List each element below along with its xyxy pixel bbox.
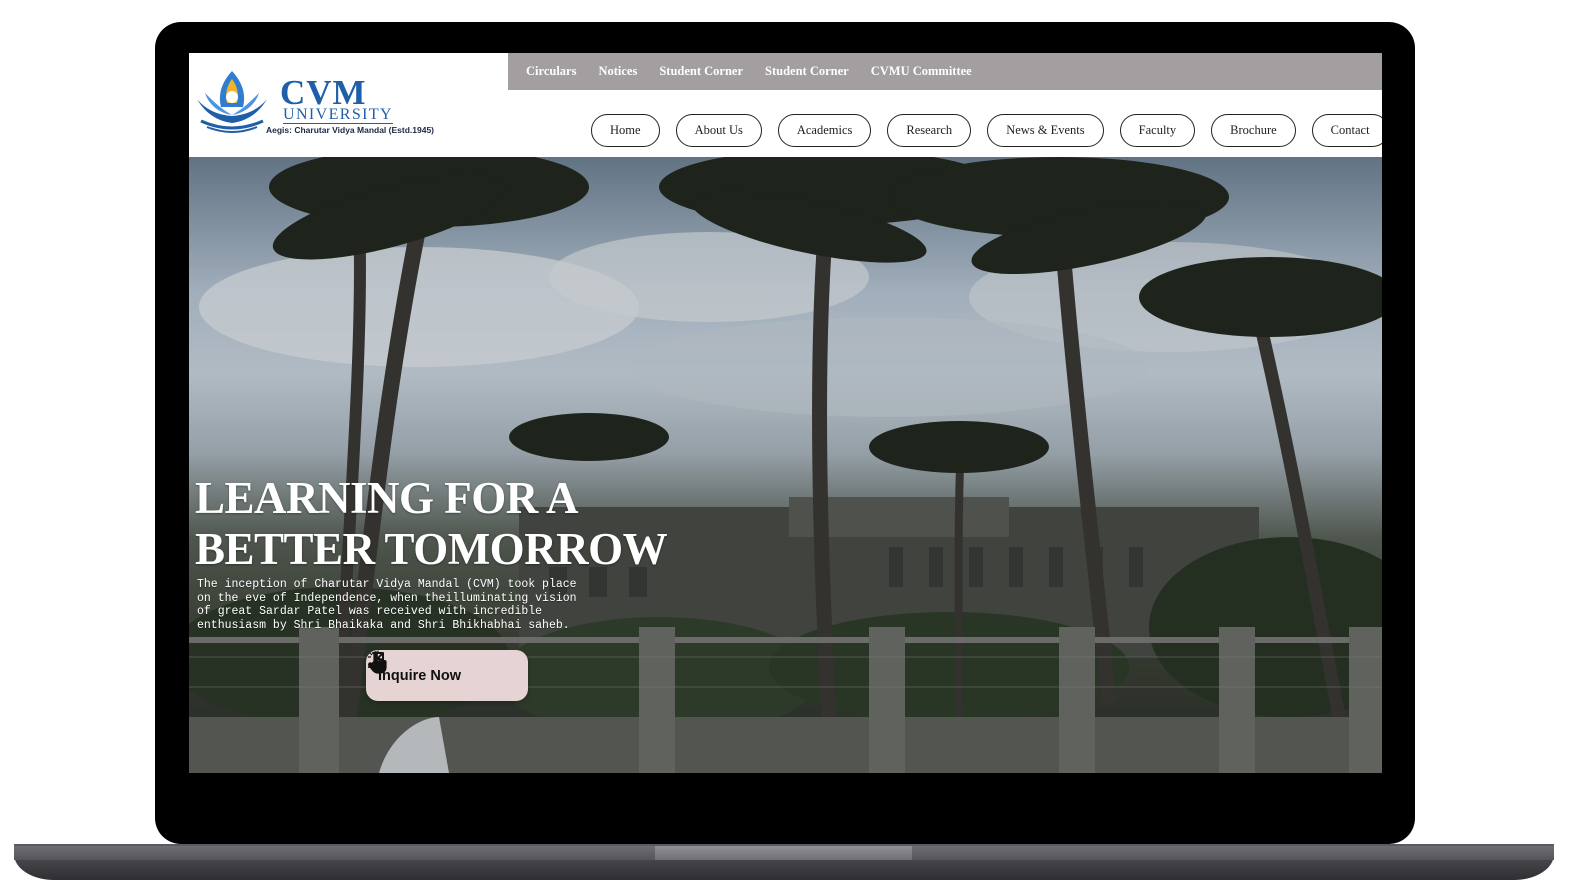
logo-cvm-text: CVM: [280, 73, 367, 112]
nav-brochure[interactable]: Brochure: [1211, 114, 1296, 147]
topbar-link-student-corner[interactable]: Student Corner: [659, 64, 743, 79]
hero-section: LEARNING FOR A BETTER TOMORROW The incep…: [189, 157, 1382, 773]
inquire-now-button[interactable]: Inquire Now: [366, 650, 528, 701]
university-logo[interactable]: CVM UNIVERSITY Aegis: Charutar Vidya Man…: [191, 69, 451, 139]
topbar-link-circulars[interactable]: Circulars: [526, 64, 576, 79]
hero-description: The inception of Charutar Vidya Mandal (…: [197, 578, 577, 632]
nav-home[interactable]: Home: [591, 114, 660, 147]
logo-university-text: UNIVERSITY: [283, 106, 393, 124]
inquire-now-label: Inquire Now: [378, 667, 461, 684]
nav-news-events[interactable]: News & Events: [987, 114, 1104, 147]
nav-contact[interactable]: Contact: [1311, 114, 1382, 147]
headline-line-2: BETTER TOMORROW: [195, 524, 668, 574]
logo-aegis-text: Aegis: Charutar Vidya Mandal (Estd.1945): [266, 125, 435, 135]
topbar-link-cvmu-committee[interactable]: CVMU Committee: [871, 64, 972, 79]
headline-line-1: LEARNING FOR A: [195, 473, 579, 523]
nav-research[interactable]: Research: [887, 114, 972, 147]
hero-headline: LEARNING FOR A BETTER TOMORROW: [195, 473, 715, 575]
lotus-emblem-icon: [197, 71, 267, 133]
arrow-up-right-icon: [368, 652, 384, 668]
main-navigation: Home About Us Academics Research News & …: [591, 114, 1382, 147]
nav-academics[interactable]: Academics: [777, 114, 872, 147]
topbar-link-notices[interactable]: Notices: [598, 64, 637, 79]
laptop-notch: [655, 846, 912, 860]
browser-screen: CVM UNIVERSITY Aegis: Charutar Vidya Man…: [189, 53, 1382, 773]
top-utility-bar: Circulars Notices Student Corner Student…: [508, 53, 1382, 90]
topbar-link-student-corner-2[interactable]: Student Corner: [765, 64, 849, 79]
nav-faculty[interactable]: Faculty: [1119, 114, 1196, 147]
nav-about-us[interactable]: About Us: [675, 114, 762, 147]
